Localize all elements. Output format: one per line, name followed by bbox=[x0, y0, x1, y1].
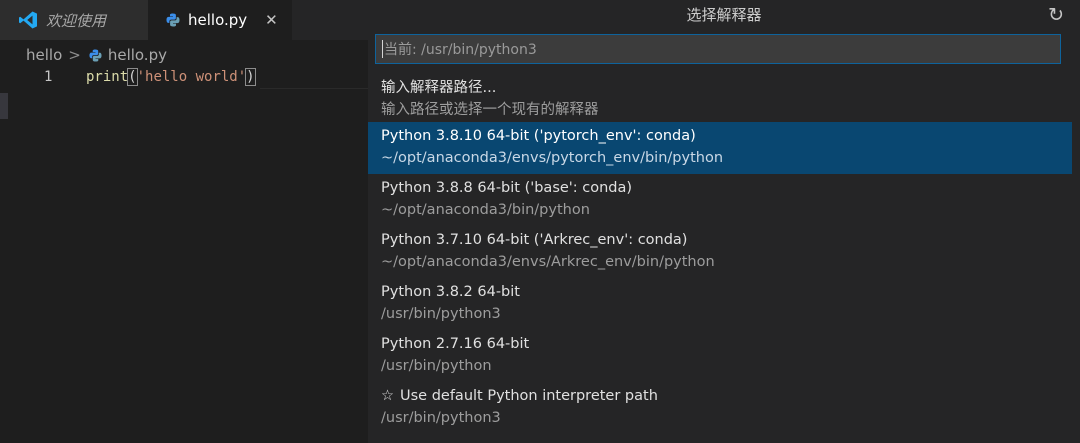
item-detail: ~/opt/anaconda3/envs/pytorch_env/bin/pyt… bbox=[381, 150, 724, 166]
item-detail: /usr/bin/python3 bbox=[381, 306, 501, 322]
code-function: print bbox=[86, 69, 129, 85]
list-item-interpreter[interactable]: Python 3.7.10 64-bit ('Arkrec_env': cond… bbox=[368, 226, 1072, 278]
list-item-enter-path[interactable]: 输入解释器路径... 输入路径或选择一个现有的解释器 bbox=[368, 70, 1072, 122]
item-detail: ~/opt/anaconda3/envs/Arkrec_env/bin/pyth… bbox=[381, 254, 715, 270]
python-icon bbox=[166, 13, 180, 27]
interpreter-search-input[interactable]: 当前: /usr/bin/python3 bbox=[375, 34, 1061, 64]
item-detail: /usr/bin/python3 bbox=[381, 410, 501, 426]
tab-label: hello.py bbox=[188, 11, 248, 29]
item-label: 输入解释器路径... bbox=[381, 80, 497, 96]
close-icon[interactable]: ✕ bbox=[265, 11, 278, 29]
item-detail: 输入路径或选择一个现有的解释器 bbox=[381, 102, 599, 118]
tab-label: 欢迎使用 bbox=[46, 11, 107, 30]
item-label: Python 3.8.10 64-bit ('pytorch_env': con… bbox=[381, 128, 696, 144]
list-item-interpreter[interactable]: Python 3.8.8 64-bit ('base': conda) ~/op… bbox=[368, 174, 1072, 226]
list-item-interpreter[interactable]: Python 2.7.16 64-bit /usr/bin/python bbox=[368, 330, 1072, 382]
item-label: Python 3.8.2 64-bit bbox=[381, 284, 520, 300]
item-detail: ~/opt/anaconda3/bin/python bbox=[381, 202, 590, 218]
code-paren-open: ( bbox=[127, 68, 138, 86]
chevron-right-icon: > bbox=[68, 46, 81, 64]
list-item-default-path[interactable]: ☆ Use default Python interpreter path /us… bbox=[368, 382, 1072, 434]
code-paren-close: ) bbox=[245, 68, 256, 86]
scroll-indicator bbox=[0, 93, 8, 119]
line-number: 1 bbox=[44, 69, 53, 85]
item-label: Python 3.8.8 64-bit ('base': conda) bbox=[381, 180, 633, 196]
breadcrumb: hello > hello.py bbox=[26, 44, 167, 66]
star-icon: ☆ bbox=[381, 388, 394, 404]
text-caret bbox=[382, 40, 383, 58]
interpreter-quick-pick: 选择解释器 ↻ 当前: /usr/bin/python3 输入解释器路径... … bbox=[368, 0, 1080, 443]
item-detail: /usr/bin/python bbox=[381, 358, 492, 374]
breadcrumb-folder[interactable]: hello bbox=[26, 46, 62, 64]
item-label: Python 2.7.16 64-bit bbox=[381, 336, 530, 352]
list-item-interpreter[interactable]: Python 3.8.2 64-bit /usr/bin/python3 bbox=[368, 278, 1072, 330]
item-label: Use default Python interpreter path bbox=[400, 388, 658, 404]
breadcrumb-file[interactable]: hello.py bbox=[108, 46, 167, 64]
python-icon bbox=[89, 48, 102, 62]
picker-title: 选择解释器 bbox=[686, 6, 762, 24]
tab-welcome[interactable]: 欢迎使用 bbox=[0, 0, 148, 40]
list-item-interpreter[interactable]: Python 3.8.10 64-bit ('pytorch_env': con… bbox=[368, 122, 1072, 174]
tab-hello-py[interactable]: hello.py ✕ bbox=[148, 0, 292, 40]
refresh-icon[interactable]: ↻ bbox=[1048, 4, 1064, 26]
input-placeholder: 当前: /usr/bin/python3 bbox=[384, 42, 537, 58]
vscode-logo-icon bbox=[18, 10, 38, 30]
code-string: 'hello world' bbox=[136, 69, 247, 85]
item-label: Python 3.7.10 64-bit ('Arkrec_env': cond… bbox=[381, 232, 688, 248]
current-line-highlight bbox=[260, 88, 368, 89]
code-line[interactable]: print('hello world') bbox=[86, 66, 256, 88]
